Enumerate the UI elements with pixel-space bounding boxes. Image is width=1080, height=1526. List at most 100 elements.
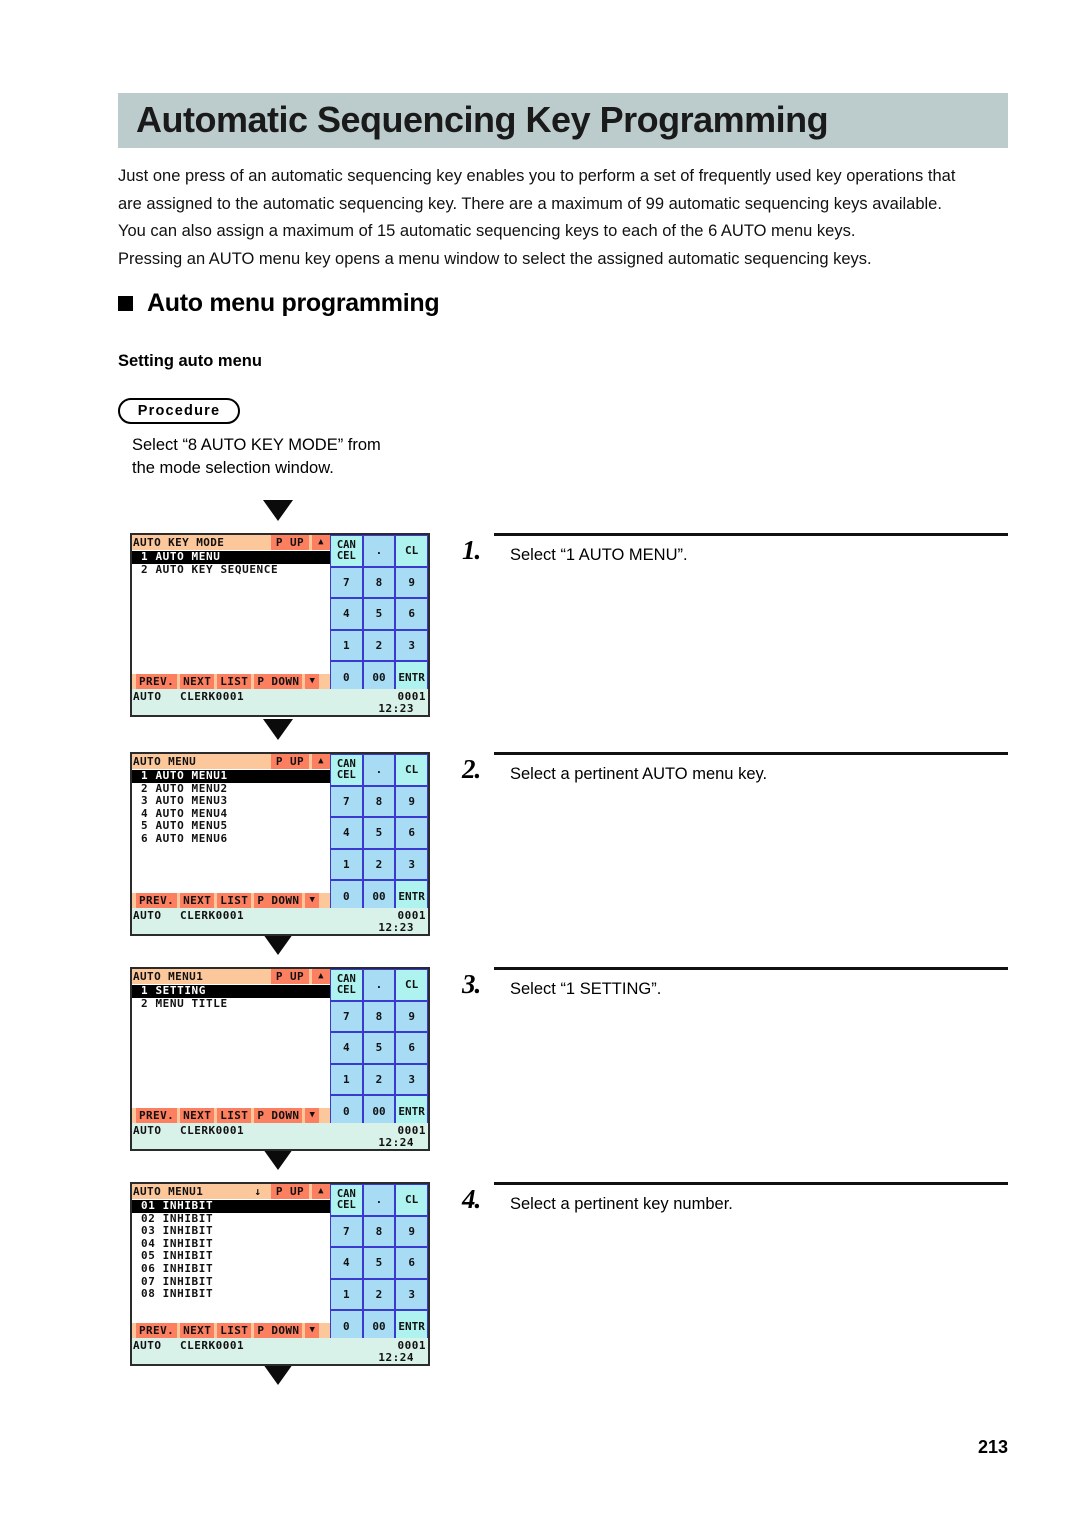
list-item[interactable]: 6 AUTO MENU6 (141, 832, 330, 846)
list-item[interactable]: 2 AUTO KEY SEQUENCE (141, 563, 330, 577)
key-9[interactable]: 9 (395, 1000, 428, 1033)
next-button[interactable]: NEXT (180, 674, 215, 689)
scroll-down-arrow-icon[interactable]: ▼ (305, 1108, 320, 1123)
key-3[interactable]: 3 (395, 1278, 428, 1311)
scroll-down-arrow-icon[interactable]: ▼ (305, 674, 320, 689)
key-8[interactable]: 8 (362, 566, 396, 599)
list-item[interactable]: 06 INHIBIT (141, 1262, 330, 1276)
key-9[interactable]: 9 (395, 566, 428, 599)
prev-button[interactable]: PREV. (136, 893, 178, 908)
key-5[interactable]: 5 (362, 1247, 396, 1279)
next-button[interactable]: NEXT (180, 1108, 215, 1123)
list-item[interactable]: 3 AUTO MENU3 (141, 795, 330, 808)
key-7[interactable]: 7 (330, 566, 363, 599)
page-down-button[interactable]: P DOWN (254, 1323, 303, 1338)
key-7[interactable]: 7 (330, 785, 363, 818)
key-4[interactable]: 4 (330, 817, 363, 849)
key-8[interactable]: 8 (362, 1000, 396, 1033)
next-button[interactable]: NEXT (180, 893, 215, 908)
key-1[interactable]: 1 (330, 629, 363, 662)
list-item[interactable]: 03 INHIBIT (141, 1225, 330, 1238)
page-up-button[interactable]: P UP (270, 754, 309, 769)
key-6[interactable]: 6 (395, 598, 428, 630)
prev-button[interactable]: PREV. (136, 674, 178, 689)
key-2[interactable]: 2 (362, 848, 396, 881)
lcd-soft-key-bar: PREV. NEXT LIST P DOWN ▼ (132, 893, 330, 908)
lcd-menu-list: 1 AUTO MENU1 2 AUTO MENU2 3 AUTO MENU3 4… (132, 769, 330, 897)
page-down-button[interactable]: P DOWN (254, 1108, 303, 1123)
key-7[interactable]: 7 (330, 1000, 363, 1033)
decimal-point-key[interactable]: . (362, 535, 396, 567)
list-item[interactable]: 1 AUTO MENU1 (132, 769, 330, 783)
clear-key[interactable]: CL (395, 969, 428, 1001)
cancel-key[interactable]: CAN CEL (330, 969, 363, 1001)
cancel-key[interactable]: CAN CEL (330, 1184, 363, 1216)
key-2[interactable]: 2 (362, 629, 396, 662)
numeric-keypad: CAN CEL . CL 7 8 9 4 5 6 1 2 3 0 00 ENTR (330, 1184, 428, 1342)
list-item[interactable]: 2 MENU TITLE (141, 997, 330, 1011)
key-5[interactable]: 5 (362, 598, 396, 630)
key-3[interactable]: 3 (395, 1063, 428, 1096)
decimal-point-key[interactable]: . (362, 1184, 396, 1216)
key-4[interactable]: 4 (330, 1247, 363, 1279)
key-1[interactable]: 1 (330, 1063, 363, 1096)
page-up-button[interactable]: P UP (270, 535, 309, 550)
lcd-status-bar: AUTO CLERK0001 0001 12:24 (132, 1123, 428, 1149)
decimal-point-key[interactable]: . (362, 754, 396, 786)
sub-heading: Setting auto menu (118, 352, 262, 370)
step-rule (494, 1182, 1008, 1185)
step-number: 3. (462, 969, 481, 999)
key-8[interactable]: 8 (362, 785, 396, 818)
key-4[interactable]: 4 (330, 1032, 363, 1064)
prev-button[interactable]: PREV. (136, 1108, 178, 1123)
cancel-key[interactable]: CAN CEL (330, 754, 363, 786)
key-2[interactable]: 2 (362, 1278, 396, 1311)
page-up-button[interactable]: P UP (270, 969, 309, 984)
list-button[interactable]: LIST (217, 893, 252, 908)
cancel-key[interactable]: CAN CEL (330, 535, 363, 567)
clear-key[interactable]: CL (395, 535, 428, 567)
key-2[interactable]: 2 (362, 1063, 396, 1096)
key-9[interactable]: 9 (395, 785, 428, 818)
next-button[interactable]: NEXT (180, 1323, 215, 1338)
scroll-up-arrow-icon[interactable]: ▲ (312, 1184, 330, 1199)
key-6[interactable]: 6 (395, 1247, 428, 1279)
key-8[interactable]: 8 (362, 1215, 396, 1248)
key-6[interactable]: 6 (395, 1032, 428, 1064)
scroll-up-arrow-icon[interactable]: ▲ (312, 969, 330, 984)
list-item[interactable]: 01 INHIBIT (132, 1199, 330, 1213)
key-4[interactable]: 4 (330, 598, 363, 630)
lcd-scroll-down-icon: ↓ (254, 1185, 262, 1198)
scroll-down-arrow-icon[interactable]: ▼ (305, 1323, 320, 1338)
page-down-button[interactable]: P DOWN (254, 674, 303, 689)
list-item[interactable]: 1 AUTO MENU (132, 550, 330, 564)
lcd-title-bar: AUTO MENU1 P UP ▲ (132, 969, 330, 984)
key-9[interactable]: 9 (395, 1215, 428, 1248)
list-button[interactable]: LIST (217, 1108, 252, 1123)
list-item[interactable]: 1 SETTING (132, 984, 330, 998)
key-5[interactable]: 5 (362, 1032, 396, 1064)
prev-button[interactable]: PREV. (136, 1323, 178, 1338)
key-7[interactable]: 7 (330, 1215, 363, 1248)
intro-line-2: are assigned to the automatic sequencing… (118, 194, 942, 213)
clear-key[interactable]: CL (395, 1184, 428, 1216)
key-1[interactable]: 1 (330, 1278, 363, 1311)
lcd-title-text: AUTO MENU1 (133, 970, 204, 983)
step-text: Select “1 SETTING”. (510, 980, 662, 998)
key-5[interactable]: 5 (362, 817, 396, 849)
key-6[interactable]: 6 (395, 817, 428, 849)
clear-key[interactable]: CL (395, 754, 428, 786)
list-button[interactable]: LIST (217, 674, 252, 689)
key-1[interactable]: 1 (330, 848, 363, 881)
page-up-button[interactable]: P UP (270, 1184, 309, 1199)
scroll-up-arrow-icon[interactable]: ▲ (312, 535, 330, 550)
scroll-up-arrow-icon[interactable]: ▲ (312, 754, 330, 769)
scroll-down-arrow-icon[interactable]: ▼ (305, 893, 320, 908)
key-3[interactable]: 3 (395, 848, 428, 881)
page-down-button[interactable]: P DOWN (254, 893, 303, 908)
list-button[interactable]: LIST (217, 1323, 252, 1338)
decimal-point-key[interactable]: . (362, 969, 396, 1001)
key-3[interactable]: 3 (395, 629, 428, 662)
flow-arrow-3-icon (263, 934, 293, 955)
list-item[interactable]: 08 INHIBIT (141, 1288, 330, 1301)
